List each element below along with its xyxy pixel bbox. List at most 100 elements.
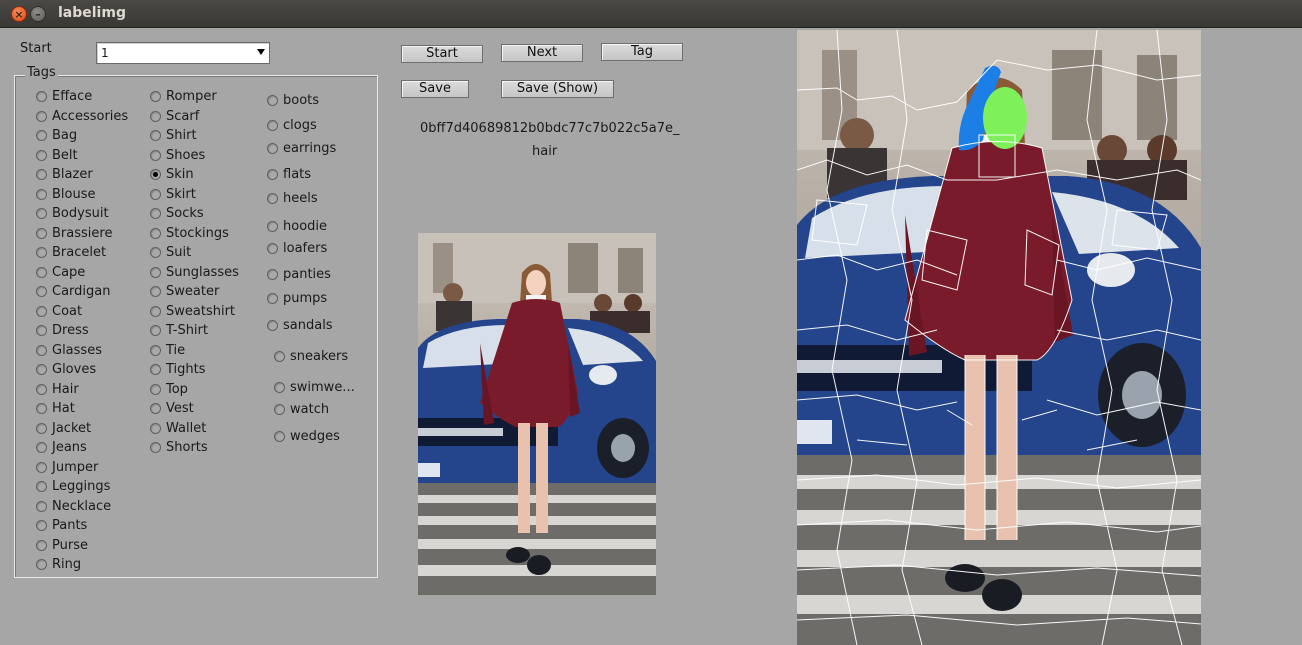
radio-unselected-icon[interactable]: [36, 91, 47, 102]
tag-radio-leggings[interactable]: Leggings: [36, 479, 110, 494]
radio-unselected-icon[interactable]: [150, 344, 161, 356]
tag-radio-jeans[interactable]: Jeans: [36, 440, 87, 455]
tag-radio-boots[interactable]: boots: [267, 93, 319, 108]
tag-radio-watch[interactable]: watch: [274, 402, 329, 417]
start-button[interactable]: Start: [401, 45, 483, 63]
radio-unselected-icon[interactable]: [36, 149, 47, 161]
radio-unselected-icon[interactable]: [36, 110, 47, 122]
radio-unselected-icon[interactable]: [36, 442, 47, 453]
radio-unselected-icon[interactable]: [36, 461, 47, 473]
radio-unselected-icon[interactable]: [150, 403, 161, 414]
tag-radio-blazer[interactable]: Blazer: [36, 167, 93, 182]
radio-unselected-icon[interactable]: [36, 266, 47, 278]
radio-unselected-icon[interactable]: [150, 305, 161, 317]
tag-radio-shorts[interactable]: Shorts: [150, 440, 208, 455]
tag-radio-glasses[interactable]: Glasses: [36, 343, 102, 358]
tag-radio-cape[interactable]: Cape: [36, 265, 85, 280]
tag-radio-shirt[interactable]: Shirt: [150, 128, 197, 143]
radio-unselected-icon[interactable]: [36, 559, 47, 570]
radio-unselected-icon[interactable]: [36, 247, 47, 258]
tag-radio-romper[interactable]: Romper: [150, 89, 217, 104]
radio-unselected-icon[interactable]: [267, 143, 278, 154]
tag-radio-bodysuit[interactable]: Bodysuit: [36, 206, 109, 221]
tag-radio-sandals[interactable]: sandals: [267, 318, 333, 333]
radio-unselected-icon[interactable]: [36, 286, 47, 297]
tag-radio-pants[interactable]: Pants: [36, 518, 87, 533]
radio-unselected-icon[interactable]: [150, 188, 161, 200]
radio-unselected-icon[interactable]: [267, 243, 278, 254]
radio-unselected-icon[interactable]: [150, 266, 161, 278]
tag-radio-scarf[interactable]: Scarf: [150, 109, 199, 124]
radio-unselected-icon[interactable]: [36, 539, 47, 551]
radio-unselected-icon[interactable]: [150, 149, 161, 161]
radio-unselected-icon[interactable]: [267, 269, 278, 280]
radio-unselected-icon[interactable]: [36, 227, 47, 239]
radio-unselected-icon[interactable]: [36, 208, 47, 219]
radio-unselected-icon[interactable]: [274, 351, 285, 362]
radio-unselected-icon[interactable]: [267, 293, 278, 304]
tag-radio-top[interactable]: Top: [150, 382, 188, 397]
radio-unselected-icon[interactable]: [150, 91, 161, 102]
tag-radio-vest[interactable]: Vest: [150, 401, 194, 416]
tag-radio-sunglasses[interactable]: Sunglasses: [150, 265, 239, 280]
radio-unselected-icon[interactable]: [150, 286, 161, 297]
radio-unselected-icon[interactable]: [36, 481, 47, 492]
tag-radio-tie[interactable]: Tie: [150, 343, 185, 358]
tag-radio-suit[interactable]: Suit: [150, 245, 191, 260]
radio-unselected-icon[interactable]: [150, 325, 161, 336]
radio-unselected-icon[interactable]: [150, 110, 161, 122]
tag-radio-necklace[interactable]: Necklace: [36, 499, 111, 514]
tag-radio-wedges[interactable]: wedges: [274, 429, 340, 444]
minimize-window-icon[interactable]: –: [30, 6, 46, 22]
radio-unselected-icon[interactable]: [150, 422, 161, 434]
radio-unselected-icon[interactable]: [267, 221, 278, 232]
tag-radio-stockings[interactable]: Stockings: [150, 226, 229, 241]
tag-radio-skirt[interactable]: Skirt: [150, 187, 196, 202]
tag-radio-hair[interactable]: Hair: [36, 382, 79, 397]
tag-radio-dress[interactable]: Dress: [36, 323, 89, 338]
radio-unselected-icon[interactable]: [36, 325, 47, 336]
radio-unselected-icon[interactable]: [150, 130, 161, 141]
radio-unselected-icon[interactable]: [150, 383, 161, 395]
radio-unselected-icon[interactable]: [36, 383, 47, 395]
tag-radio-tights[interactable]: Tights: [150, 362, 206, 377]
tag-radio-jacket[interactable]: Jacket: [36, 421, 91, 436]
tag-radio-panties[interactable]: panties: [267, 267, 331, 282]
radio-unselected-icon[interactable]: [267, 193, 278, 204]
radio-unselected-icon[interactable]: [267, 120, 278, 131]
tag-radio-accessories[interactable]: Accessories: [36, 109, 128, 124]
tag-radio-t-shirt[interactable]: T-Shirt: [150, 323, 208, 338]
tag-radio-bag[interactable]: Bag: [36, 128, 77, 143]
radio-unselected-icon[interactable]: [150, 247, 161, 258]
radio-unselected-icon[interactable]: [36, 500, 47, 512]
tag-radio-skin[interactable]: Skin: [150, 167, 194, 182]
radio-unselected-icon[interactable]: [36, 403, 47, 414]
tag-radio-hoodie[interactable]: hoodie: [267, 219, 327, 234]
tag-radio-sweatshirt[interactable]: Sweatshirt: [150, 304, 235, 319]
radio-unselected-icon[interactable]: [274, 431, 285, 442]
radio-unselected-icon[interactable]: [36, 364, 47, 375]
tag-radio-earrings[interactable]: earrings: [267, 141, 336, 156]
radio-unselected-icon[interactable]: [36, 520, 47, 531]
tag-radio-sweater[interactable]: Sweater: [150, 284, 219, 299]
radio-unselected-icon[interactable]: [267, 320, 278, 331]
tag-radio-belt[interactable]: Belt: [36, 148, 78, 163]
radio-selected-icon[interactable]: [150, 169, 161, 180]
save-button[interactable]: Save: [401, 80, 469, 98]
tag-radio-pumps[interactable]: pumps: [267, 291, 327, 306]
tag-radio-coat[interactable]: Coat: [36, 304, 82, 319]
tag-radio-gloves[interactable]: Gloves: [36, 362, 96, 377]
tag-radio-socks[interactable]: Socks: [150, 206, 204, 221]
radio-unselected-icon[interactable]: [150, 364, 161, 375]
tag-radio-flats[interactable]: flats: [267, 167, 311, 182]
radio-unselected-icon[interactable]: [36, 422, 47, 434]
tag-radio-clogs[interactable]: clogs: [267, 118, 317, 133]
tag-radio-heels[interactable]: heels: [267, 191, 318, 206]
tag-radio-purse[interactable]: Purse: [36, 538, 88, 553]
radio-unselected-icon[interactable]: [274, 382, 285, 393]
radio-unselected-icon[interactable]: [150, 442, 161, 453]
tag-radio-loafers[interactable]: loafers: [267, 241, 327, 256]
tag-radio-bracelet[interactable]: Bracelet: [36, 245, 106, 260]
tag-radio-efface[interactable]: Efface: [36, 89, 92, 104]
radio-unselected-icon[interactable]: [36, 169, 47, 180]
